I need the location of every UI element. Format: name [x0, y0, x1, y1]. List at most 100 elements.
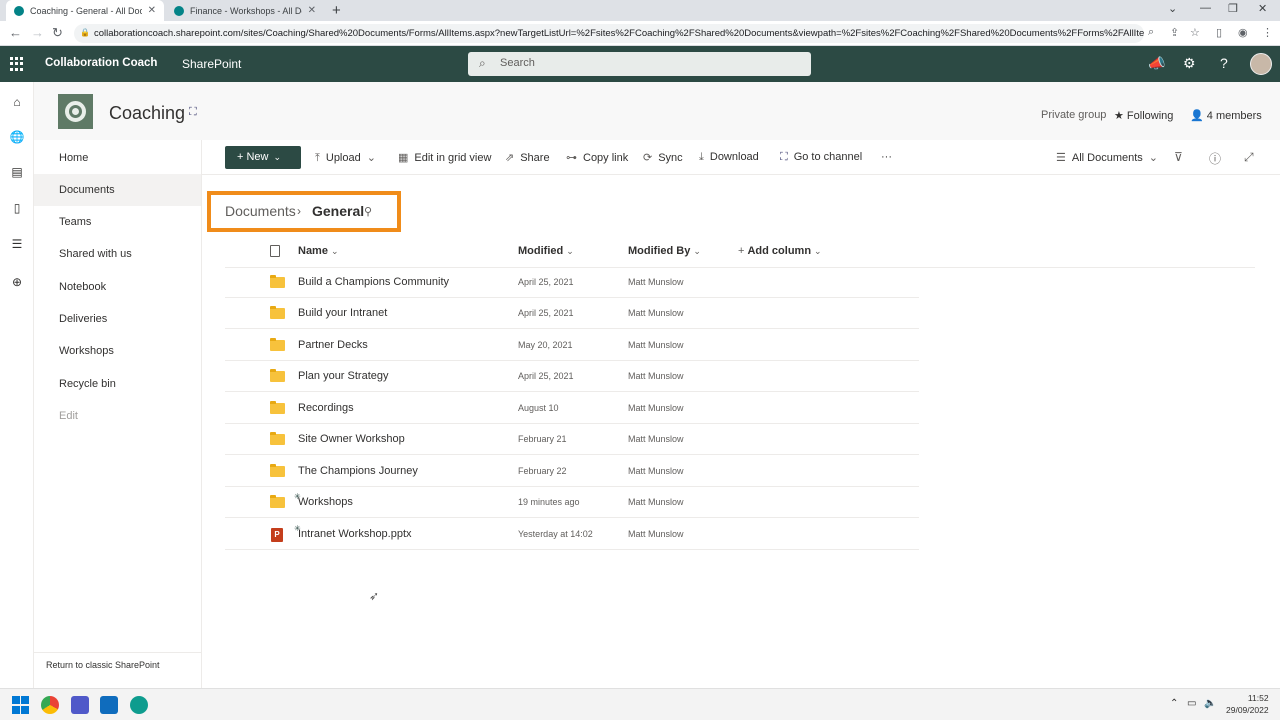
url-field[interactable]: 🔒 collaborationcoach.sharepoint.com/site…: [74, 24, 1144, 43]
zoom-icon[interactable]: ⌕: [1148, 26, 1154, 39]
nav-item-recycle-bin[interactable]: Recycle bin: [34, 368, 201, 400]
file-name[interactable]: Site Owner Workshop: [298, 433, 405, 445]
table-row[interactable]: Plan your Strategy April 25, 2021 Matt M…: [225, 361, 919, 392]
filter-icon[interactable]: ⊽: [1174, 150, 1183, 164]
home-icon[interactable]: ⌂: [9, 94, 25, 110]
file-modified-by[interactable]: Matt Munslow: [628, 466, 684, 476]
return-to-classic-link[interactable]: Return to classic SharePoint: [46, 660, 160, 670]
file-type-icon[interactable]: [270, 245, 280, 257]
profile-icon[interactable]: ◉: [1238, 26, 1248, 39]
file-modified-by[interactable]: Matt Munslow: [628, 497, 684, 507]
close-tab-icon[interactable]: ✕: [308, 5, 316, 16]
group-members-icon[interactable]: ⚲: [364, 205, 372, 218]
file-name[interactable]: Workshops: [298, 496, 353, 508]
column-header-modified-by[interactable]: Modified By ⌄: [628, 245, 701, 257]
column-header-name[interactable]: Name ⌄: [298, 245, 339, 257]
file-name[interactable]: Partner Decks: [298, 339, 368, 351]
nav-edit-link[interactable]: Edit: [34, 400, 201, 432]
lists-icon[interactable]: ☰: [9, 236, 25, 252]
help-icon[interactable]: ?: [1220, 55, 1228, 71]
close-tab-icon[interactable]: ✕: [148, 5, 156, 16]
column-header-modified[interactable]: Modified ⌄: [518, 245, 574, 257]
browser-tab-coaching[interactable]: Coaching - General - All Documents ✕: [6, 0, 164, 21]
sync-button[interactable]: ⟳ Sync: [643, 151, 683, 164]
forward-icon[interactable]: →: [31, 25, 44, 40]
gear-icon[interactable]: ⚙: [1183, 55, 1196, 72]
chevron-up-icon[interactable]: ⌃: [1170, 698, 1178, 709]
expand-icon[interactable]: ⤢: [1244, 150, 1254, 165]
file-name[interactable]: Recordings: [298, 402, 354, 414]
file-modified-by[interactable]: Matt Munslow: [628, 434, 684, 444]
share-button[interactable]: ⇗ Share: [505, 151, 550, 164]
share-page-icon[interactable]: ⇪: [1170, 26, 1179, 39]
megaphone-icon[interactable]: 📣: [1148, 55, 1165, 72]
maximize-icon[interactable]: ❐: [1228, 2, 1238, 15]
create-icon[interactable]: ⊕: [9, 274, 25, 290]
edit-grid-view-button[interactable]: ▦ Edit in grid view: [398, 151, 491, 164]
browser-menu-icon[interactable]: ⋮: [1262, 26, 1273, 39]
file-name[interactable]: The Champions Journey: [298, 465, 418, 477]
info-icon[interactable]: ⓘ: [1209, 150, 1221, 167]
teams-icon[interactable]: ⛶: [189, 106, 197, 119]
chrome-icon[interactable]: [41, 696, 59, 714]
nav-item-home[interactable]: Home: [34, 142, 201, 174]
breadcrumb-current[interactable]: General: [312, 203, 364, 219]
table-row[interactable]: Partner Decks May 20, 2021 Matt Munslow: [225, 330, 919, 361]
file-modified-by[interactable]: Matt Munslow: [628, 403, 684, 413]
table-row[interactable]: Site Owner Workshop February 21 Matt Mun…: [225, 424, 919, 455]
app-launcher-icon[interactable]: [10, 57, 24, 71]
search-input[interactable]: ⌕ Search: [468, 52, 811, 76]
windows-start-icon[interactable]: [12, 696, 30, 714]
volume-icon[interactable]: 🔈: [1204, 698, 1216, 709]
file-icon[interactable]: ▯: [9, 200, 25, 216]
file-modified-by[interactable]: Matt Munslow: [628, 340, 684, 350]
table-row[interactable]: The Champions Journey February 22 Matt M…: [225, 456, 919, 487]
news-icon[interactable]: ▤: [9, 164, 25, 180]
copy-link-button[interactable]: ⊶ Copy link: [566, 151, 628, 164]
table-row[interactable]: ✳ Workshops 19 minutes ago Matt Munslow: [225, 487, 919, 518]
members-button[interactable]: 👤 4 members: [1190, 109, 1262, 122]
site-title[interactable]: Coaching: [109, 103, 185, 124]
table-row[interactable]: P ✳ Intranet Workshop.pptx Yesterday at …: [225, 519, 919, 550]
nav-item-documents[interactable]: Documents: [34, 174, 201, 206]
org-name[interactable]: Collaboration Coach: [45, 57, 157, 69]
avatar[interactable]: [1250, 53, 1272, 75]
file-modified-by[interactable]: Matt Munslow: [628, 371, 684, 381]
file-name[interactable]: Build your Intranet: [298, 307, 387, 319]
file-modified-by[interactable]: Matt Munslow: [628, 277, 684, 287]
view-selector[interactable]: ☰ All Documents ⌄: [1056, 151, 1164, 164]
go-to-channel-button[interactable]: ⛶ Go to channel: [780, 151, 862, 164]
new-button[interactable]: + New ⌄: [225, 146, 301, 169]
upload-button[interactable]: ⤒ Upload ⌄: [315, 151, 382, 165]
nav-item-notebook[interactable]: Notebook: [34, 271, 201, 303]
nav-item-shared-with-us[interactable]: Shared with us: [34, 238, 201, 270]
breadcrumb-documents[interactable]: Documents: [225, 203, 296, 219]
outlook-icon[interactable]: [100, 696, 118, 714]
chevron-down-icon[interactable]: ⌄: [1168, 2, 1177, 15]
table-row[interactable]: Build a Champions Community April 25, 20…: [225, 267, 919, 298]
new-tab-icon[interactable]: +: [332, 2, 341, 19]
app-name[interactable]: SharePoint: [182, 57, 241, 71]
table-row[interactable]: Recordings August 10 Matt Munslow: [225, 393, 919, 424]
back-icon[interactable]: ←: [9, 25, 22, 40]
table-row[interactable]: Build your Intranet April 25, 2021 Matt …: [225, 298, 919, 329]
following-button[interactable]: ★ Following: [1114, 109, 1173, 122]
file-modified-by[interactable]: Matt Munslow: [628, 308, 684, 318]
nav-item-teams[interactable]: Teams: [34, 206, 201, 238]
browser-tab-finance[interactable]: Finance - Workshops - All Documents ✕: [166, 0, 324, 21]
nav-item-deliveries[interactable]: Deliveries: [34, 303, 201, 335]
file-name[interactable]: Build a Champions Community: [298, 276, 449, 288]
file-modified-by[interactable]: Matt Munslow: [628, 529, 684, 539]
close-window-icon[interactable]: ✕: [1258, 2, 1267, 15]
reload-icon[interactable]: ↻: [52, 25, 63, 41]
add-column-button[interactable]: + Add column ⌄: [738, 245, 822, 257]
file-name[interactable]: Plan your Strategy: [298, 370, 389, 382]
download-button[interactable]: ⤓ Download: [699, 151, 759, 164]
globe-icon[interactable]: 🌐: [9, 129, 25, 145]
network-icon[interactable]: ▭: [1187, 698, 1196, 709]
edge-icon[interactable]: [130, 696, 148, 714]
teams-app-icon[interactable]: [71, 696, 89, 714]
nav-item-workshops[interactable]: Workshops: [34, 335, 201, 367]
sidebar-icon[interactable]: ▯: [1216, 26, 1222, 39]
file-name[interactable]: Intranet Workshop.pptx: [298, 528, 412, 540]
